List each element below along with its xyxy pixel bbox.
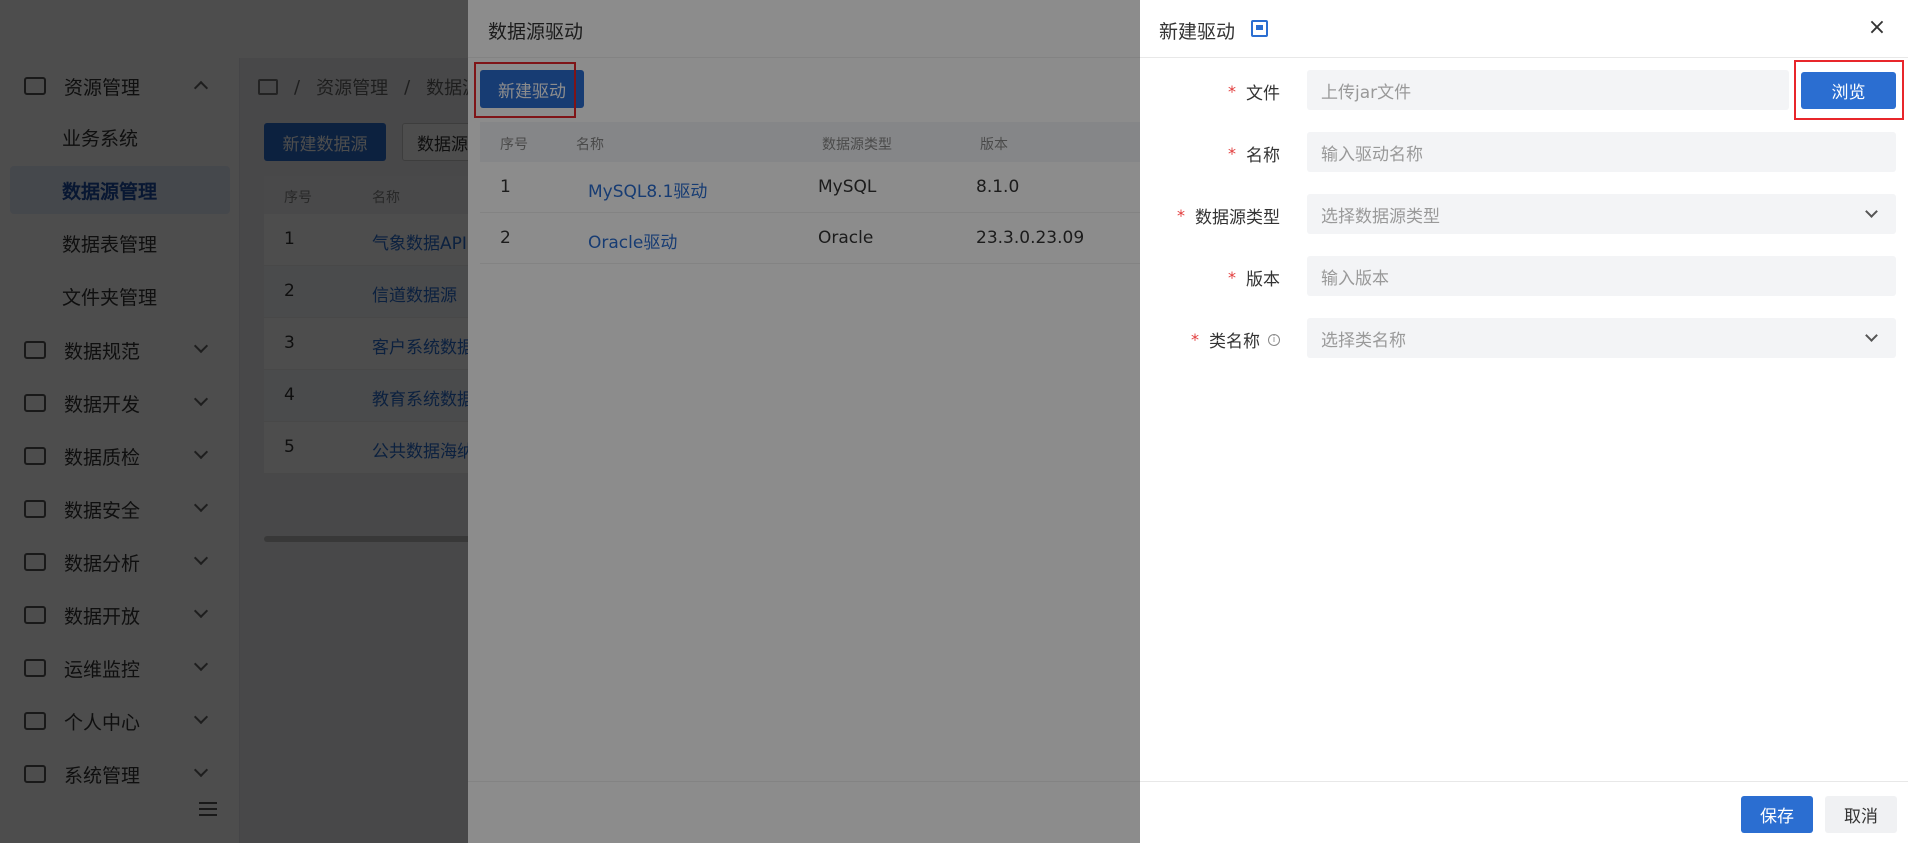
label-text: 名称 — [1246, 146, 1280, 166]
form-row-name: * 名称 输入驱动名称 — [1140, 132, 1908, 172]
chevron-down-icon — [1865, 329, 1878, 342]
field-label: * 数据源类型 — [1177, 203, 1280, 228]
form-row-classname: * 类名称 i 选择类名称 — [1140, 318, 1908, 358]
fullscreen-icon[interactable] — [1251, 20, 1268, 37]
highlight-box — [1794, 60, 1904, 120]
field-label: * 名称 — [1228, 141, 1280, 166]
info-icon[interactable]: i — [1268, 333, 1280, 346]
version-input[interactable]: 输入版本 — [1307, 256, 1896, 296]
label-text: 版本 — [1246, 270, 1280, 290]
required-mark: * — [1177, 206, 1185, 225]
form-row-file: * 文件 上传jar文件 浏览 — [1140, 60, 1908, 120]
field-label: * 类名称 i — [1191, 327, 1280, 352]
select-placeholder: 选择类名称 — [1321, 330, 1406, 351]
overlay-mask[interactable] — [0, 0, 1140, 843]
label-text: 类名称 — [1209, 332, 1260, 352]
label-text: 数据源类型 — [1195, 208, 1280, 228]
drawer-title: 新建驱动 — [1159, 21, 1236, 43]
driver-name-input[interactable]: 输入驱动名称 — [1307, 132, 1896, 172]
field-label: * 文件 — [1228, 79, 1280, 104]
close-icon[interactable]: × — [1865, 16, 1889, 40]
form-row-version: * 版本 输入版本 — [1140, 256, 1908, 296]
required-mark: * — [1191, 330, 1199, 349]
required-mark: * — [1228, 268, 1236, 287]
required-mark: * — [1228, 144, 1236, 163]
field-label: * 版本 — [1228, 265, 1280, 290]
datasource-type-select[interactable]: 选择数据源类型 — [1307, 194, 1896, 234]
cancel-button[interactable]: 取消 — [1825, 796, 1897, 833]
required-mark: * — [1228, 82, 1236, 101]
drawer-header: 新建驱动 × — [1140, 0, 1908, 58]
save-button[interactable]: 保存 — [1741, 796, 1813, 833]
chevron-down-icon — [1865, 205, 1878, 218]
class-name-select[interactable]: 选择类名称 — [1307, 318, 1896, 358]
label-text: 文件 — [1246, 84, 1280, 104]
file-input[interactable]: 上传jar文件 — [1307, 70, 1789, 110]
new-driver-drawer: 新建驱动 × * 文件 上传jar文件 浏览 * 名称 输入驱动名称 * 数据源类型 … — [1140, 0, 1908, 843]
drawer-footer: 保存 取消 — [1140, 781, 1908, 843]
form-row-type: * 数据源类型 选择数据源类型 — [1140, 194, 1908, 234]
select-placeholder: 选择数据源类型 — [1321, 206, 1440, 227]
